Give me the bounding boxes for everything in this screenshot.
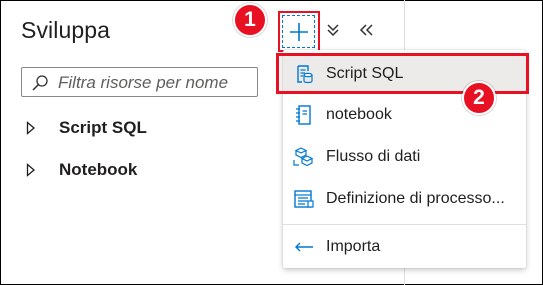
panel-title: Sviluppa [21, 17, 111, 43]
tree-item-label: Script SQL [59, 118, 147, 137]
tree-item-script-sql[interactable]: Script SQL [26, 115, 147, 141]
menu-separator [283, 224, 526, 225]
menu-item-label: Definizione di processo... [326, 189, 505, 207]
menu-item-import[interactable]: Importa [283, 226, 526, 267]
callout-badge-2: 2 [462, 81, 496, 115]
callout-badge-1: 1 [233, 3, 267, 37]
data-flow-icon [293, 147, 314, 167]
job-definition-icon [294, 190, 314, 208]
import-icon [295, 242, 313, 252]
double-chevron-down-icon[interactable] [325, 22, 341, 38]
menu-item-label: notebook [326, 105, 392, 123]
menu-item-job-definition[interactable]: Definizione di processo... [283, 178, 526, 219]
menu-item-data-flow[interactable]: Flusso di dati [283, 136, 526, 177]
menu-item-label: Importa [326, 237, 381, 255]
tree-item-label: Notebook [59, 160, 138, 179]
search-icon [32, 75, 48, 91]
notebook-icon [296, 105, 311, 125]
tree-item-notebook[interactable]: Notebook [26, 157, 137, 183]
double-chevron-left-icon[interactable] [358, 22, 374, 38]
chevron-right-icon [26, 163, 36, 177]
add-button-highlight [278, 11, 320, 52]
search-placeholder: Filtra risorse per nome [58, 73, 229, 92]
chevron-right-icon [26, 121, 36, 135]
search-input[interactable]: Filtra risorse per nome [21, 67, 258, 97]
menu-item-label: Flusso di dati [326, 147, 421, 165]
